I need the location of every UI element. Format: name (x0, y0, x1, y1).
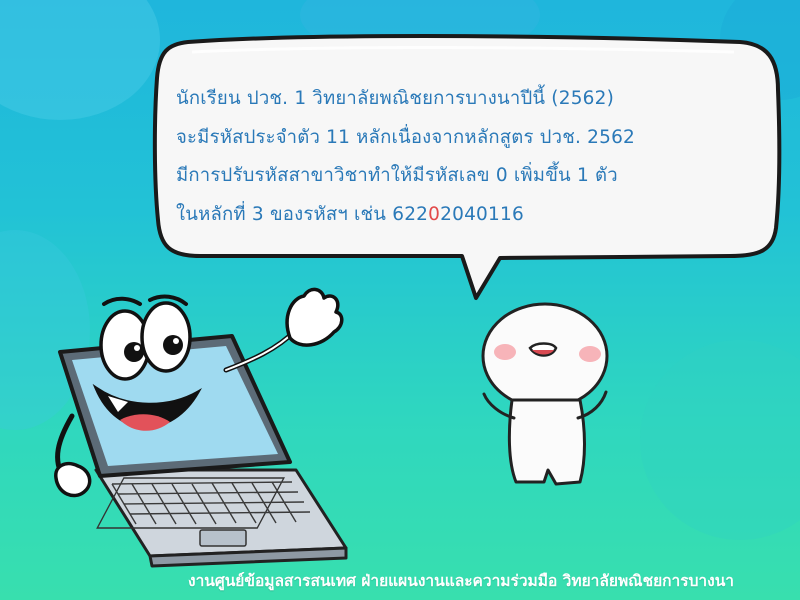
footer-credit: งานศูนย์ข้อมูลสารสนเทศ ฝ่ายแผนงานและความ… (188, 572, 734, 590)
white-blob-mascot-illustration (481, 302, 609, 486)
